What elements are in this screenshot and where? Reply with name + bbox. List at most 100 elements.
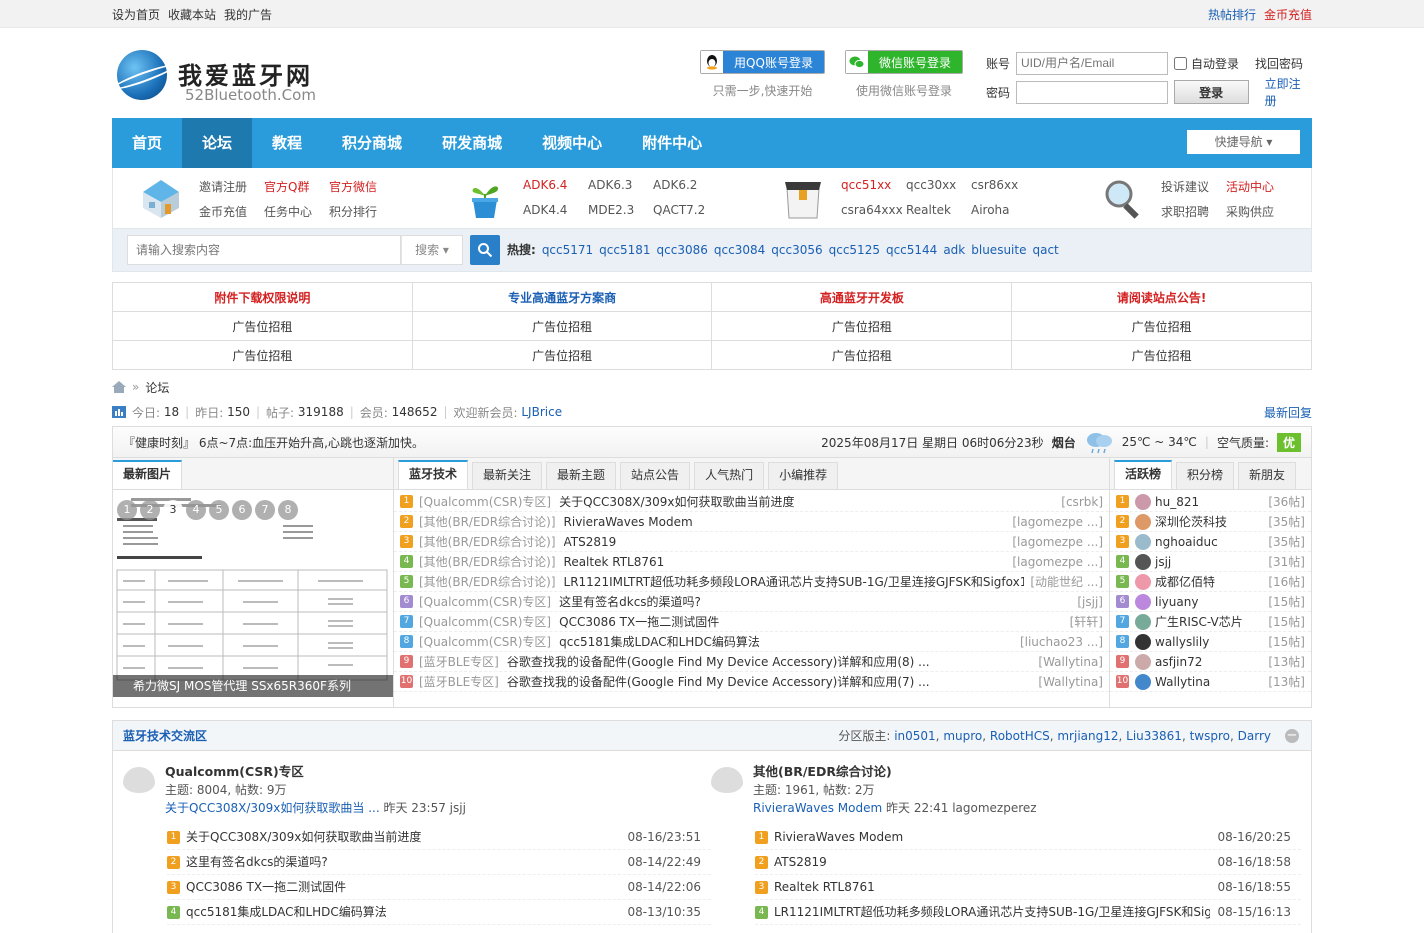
user-row[interactable]: 9 asfjin72 [13帖] bbox=[1110, 652, 1311, 672]
ad-header-cell[interactable]: 高通蓝牙开发板 bbox=[711, 282, 1013, 312]
forum-bubble-icon[interactable] bbox=[123, 767, 155, 793]
slider-dot[interactable]: 6 bbox=[232, 500, 252, 520]
thread-author[interactable]: [轩轩] bbox=[1070, 612, 1103, 632]
subnav-link-g3-4[interactable]: Realtek bbox=[906, 203, 971, 220]
avatar[interactable] bbox=[1135, 673, 1151, 690]
last-post-link[interactable]: RivieraWaves Modem bbox=[753, 801, 882, 815]
ad-cell[interactable]: 广告位招租 bbox=[1011, 311, 1312, 341]
thread-row[interactable]: 1 [Qualcomm(CSR)专区] 关于QCC308X/309x如何获取歌曲当前… bbox=[394, 492, 1109, 512]
find-password-link[interactable]: 找回密码 bbox=[1255, 55, 1303, 72]
board-thread-title[interactable]: QCC3086 TX一拖二测试固件 bbox=[186, 875, 620, 900]
thread-tab[interactable]: 站点公告 bbox=[620, 462, 691, 489]
site-logo[interactable]: 我爱蓝牙网 52Bluetooth.Com bbox=[112, 46, 322, 106]
forum-bubble-icon[interactable] bbox=[711, 767, 743, 793]
thread-author[interactable]: [动能世纪 ...] bbox=[1030, 572, 1103, 592]
slider-dot[interactable]: 4 bbox=[186, 500, 206, 520]
picture-slider[interactable]: 12345678 希力微SJ MOS管代理 SSx65R360F系列 bbox=[113, 492, 393, 697]
moderator-link[interactable]: Liu33861 bbox=[1126, 729, 1182, 743]
slider-dot[interactable]: 2 bbox=[140, 500, 160, 520]
avatar[interactable] bbox=[1135, 653, 1151, 670]
tab-latest-pictures[interactable]: 最新图片 bbox=[113, 460, 183, 489]
user-name-link[interactable]: liyuany bbox=[1155, 592, 1268, 612]
thread-author[interactable]: [jsjj] bbox=[1077, 592, 1103, 612]
ad-cell[interactable]: 广告位招租 bbox=[711, 311, 1013, 341]
thread-row[interactable]: 3 [其他(BR/EDR综合讨论)] ATS2819 [lagomezpe ...] bbox=[394, 532, 1109, 552]
thread-title-link[interactable]: 谷歌查找我的设备配件(Google Find My Device Accesso… bbox=[507, 672, 1033, 692]
subnav-link-g2-2[interactable]: ADK6.2 bbox=[653, 178, 718, 195]
moderator-link[interactable]: in0501 bbox=[894, 729, 935, 743]
thread-row[interactable]: 5 [其他(BR/EDR综合讨论)] LR1121IMLTRT超低功耗多频段LORA… bbox=[394, 572, 1109, 592]
ad-cell[interactable]: 广告位招租 bbox=[711, 340, 1013, 370]
thread-forum-link[interactable]: [其他(BR/EDR综合讨论)] bbox=[419, 532, 556, 552]
thread-title-link[interactable]: LR1121IMLTRT超低功耗多频段LORA通讯芯片支持SUB-1G/卫星连接… bbox=[564, 572, 1025, 592]
board-thread-title[interactable]: 关于QCC308X/309x如何获取歌曲当前进度 bbox=[186, 825, 620, 850]
subnav-link-g4-0[interactable]: 投诉建议 bbox=[1161, 178, 1226, 195]
avatar[interactable] bbox=[1135, 593, 1151, 610]
board-thread-title[interactable]: 这里有签名dkcs的渠道吗? bbox=[186, 850, 620, 875]
subnav-link-g4-2[interactable]: 求职招聘 bbox=[1161, 203, 1226, 220]
user-name-link[interactable]: 深圳伦茨科技 bbox=[1155, 512, 1268, 532]
ad-header-cell[interactable]: 请阅读站点公告! bbox=[1011, 282, 1312, 312]
hot-search-term[interactable]: qcc5171 bbox=[542, 229, 593, 271]
collapse-icon[interactable]: − bbox=[1285, 729, 1299, 743]
nav-item-4[interactable]: 研发商城 bbox=[422, 118, 522, 168]
avatar[interactable] bbox=[1135, 493, 1151, 510]
register-link[interactable]: 立即注册 bbox=[1265, 75, 1312, 109]
user-tab[interactable]: 新朋友 bbox=[1238, 462, 1297, 489]
slider-dot[interactable]: 7 bbox=[255, 500, 275, 520]
thread-author[interactable]: [Wallytina] bbox=[1038, 652, 1103, 672]
thread-tab[interactable]: 最新关注 bbox=[472, 462, 543, 489]
thread-row[interactable]: 6 [Qualcomm(CSR)专区] 这里有签名dkcs的渠道吗? [jsjj] bbox=[394, 592, 1109, 612]
thread-tab[interactable]: 人气热门 bbox=[694, 462, 765, 489]
user-name-link[interactable]: jsjj bbox=[1155, 552, 1268, 572]
thread-title-link[interactable]: 谷歌查找我的设备配件(Google Find My Device Accesso… bbox=[507, 652, 1033, 672]
thread-title-link[interactable]: 关于QCC308X/309x如何获取歌曲当前进度 bbox=[559, 492, 1055, 512]
user-row[interactable]: 8 wallyslily [15帖] bbox=[1110, 632, 1311, 652]
ad-cell[interactable]: 广告位招租 bbox=[112, 311, 413, 341]
login-button[interactable]: 登录 bbox=[1173, 80, 1249, 104]
avatar[interactable] bbox=[1135, 633, 1151, 650]
nav-item-3[interactable]: 积分商城 bbox=[322, 118, 422, 168]
avatar[interactable] bbox=[1135, 533, 1151, 550]
top-link-0[interactable]: 设为首页 bbox=[112, 8, 160, 22]
search-button[interactable] bbox=[470, 235, 500, 265]
quick-nav-button[interactable]: 快捷导航 ▾ bbox=[1187, 130, 1300, 154]
wechat-login-button[interactable]: 微信账号登录 bbox=[845, 50, 963, 74]
user-tab[interactable]: 活跃榜 bbox=[1114, 460, 1173, 489]
hot-search-term[interactable]: qcc5144 bbox=[886, 229, 937, 271]
avatar[interactable] bbox=[1135, 613, 1151, 630]
auto-login-checkbox[interactable] bbox=[1174, 56, 1187, 70]
avatar[interactable] bbox=[1135, 553, 1151, 570]
board-name-link[interactable]: Qualcomm(CSR)专区 bbox=[165, 763, 711, 781]
thread-forum-link[interactable]: [Qualcomm(CSR)专区] bbox=[419, 612, 551, 632]
hot-search-term[interactable]: qcc3086 bbox=[657, 229, 708, 271]
board-thread-row[interactable]: 1 RivieraWaves Modem 08-16/20:25 bbox=[755, 825, 1301, 850]
board-thread-row[interactable]: 3 QCC3086 TX一拖二测试固件 08-14/22:06 bbox=[167, 875, 711, 900]
breadcrumb-current[interactable]: 论坛 bbox=[145, 379, 169, 396]
avatar[interactable] bbox=[1135, 573, 1151, 590]
auto-login[interactable]: 自动登录 bbox=[1174, 55, 1239, 72]
thread-author[interactable]: [lagomezpe ...] bbox=[1012, 512, 1103, 532]
hot-search-term[interactable]: qcc5125 bbox=[829, 229, 880, 271]
board-thread-row[interactable]: 2 ATS2819 08-16/18:58 bbox=[755, 850, 1301, 875]
subnav-link-g1-2[interactable]: 官方微信 bbox=[329, 178, 394, 195]
subnav-link-g3-0[interactable]: qcc51xx bbox=[841, 178, 906, 195]
top-link-2[interactable]: 我的广告 bbox=[224, 8, 272, 22]
user-name-link[interactable]: 广生RISC-V芯片 bbox=[1155, 612, 1268, 632]
ad-cell[interactable]: 广告位招租 bbox=[1011, 340, 1312, 370]
hot-search-term[interactable]: qcc3056 bbox=[771, 229, 822, 271]
board-thread-title[interactable]: LR1121IMLTRT超低功耗多频段LORA通讯芯片支持SUB-1G/卫星连接… bbox=[774, 900, 1210, 925]
category-title[interactable]: 蓝牙技术交流区 bbox=[123, 727, 207, 744]
user-tab[interactable]: 积分榜 bbox=[1176, 462, 1235, 489]
thread-row[interactable]: 9 [蓝牙BLE专区] 谷歌查找我的设备配件(Google Find My Devi… bbox=[394, 652, 1109, 672]
thread-row[interactable]: 7 [Qualcomm(CSR)专区] QCC3086 TX一拖二测试固件 [轩轩] bbox=[394, 612, 1109, 632]
board-thread-title[interactable]: qcc5181集成LDAC和LHDC编码算法 bbox=[186, 900, 620, 925]
newest-member-link[interactable]: LJBrice bbox=[521, 405, 562, 419]
subnav-link-g1-1[interactable]: 官方Q群 bbox=[264, 178, 329, 195]
user-row[interactable]: 4 jsjj [31帖] bbox=[1110, 552, 1311, 572]
board-thread-row[interactable]: 1 关于QCC308X/309x如何获取歌曲当前进度 08-16/23:51 bbox=[167, 825, 711, 850]
subnav-link-g3-2[interactable]: csr86xx bbox=[971, 178, 1036, 195]
slider-dot[interactable]: 1 bbox=[117, 500, 137, 520]
hot-search-term[interactable]: adk bbox=[943, 229, 965, 271]
thread-forum-link[interactable]: [Qualcomm(CSR)专区] bbox=[419, 492, 551, 512]
